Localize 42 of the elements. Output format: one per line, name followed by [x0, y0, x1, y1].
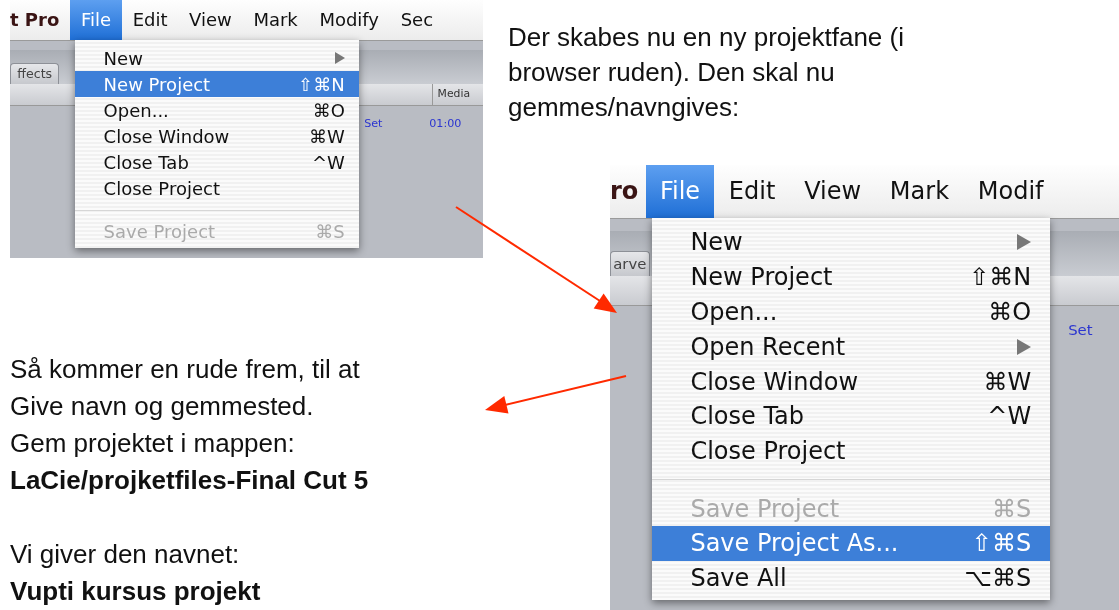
menu-item[interactable]: Close Tab ^W: [652, 398, 1051, 434]
menu-bar-item[interactable]: Mark: [875, 165, 964, 218]
menu-bar-item[interactable]: Sec: [389, 0, 444, 40]
menu-bar-item[interactable]: File: [70, 0, 122, 40]
menu-item[interactable]: New Project ⇧⌘N: [652, 259, 1051, 295]
menu-bar-item[interactable]: Modif: [963, 165, 1058, 218]
panel-tab[interactable]: arve: [610, 251, 650, 277]
submenu-arrow-icon: [1017, 338, 1032, 355]
app-name: ro: [610, 176, 640, 208]
instruction-text: Så kommer en rude frem, til at: [10, 353, 361, 386]
column-header: Media: [432, 83, 483, 106]
menu-item[interactable]: Open Recent: [652, 329, 1051, 365]
menu-bar-item[interactable]: Edit: [714, 165, 790, 218]
panel-tab[interactable]: ffects: [10, 62, 60, 84]
instruction-text: LaCie/projketfiles-Final Cut 5: [10, 464, 370, 497]
table-cell: Set: [1068, 320, 1093, 339]
menu-item[interactable]: Close Window ⌘W: [74, 123, 360, 150]
instruction-text: Vi giver den navnet:: [10, 538, 241, 571]
instruction-text: Vupti kursus projekt: [10, 575, 262, 608]
menu-bar-item[interactable]: View: [789, 165, 876, 218]
instruction-text: Der skabes nu en ny projektfane (i browser ruden). Den skal nu gemmes/navngives:: [508, 21, 905, 124]
menu-item[interactable]: Save Project As... ⇧⌘S: [652, 525, 1051, 561]
menu-item[interactable]: Save All ⌥⌘S: [652, 560, 1051, 596]
menu-bar-item[interactable]: Modify: [308, 0, 390, 40]
instruction-text: Gem projektet i mappen:: [10, 427, 296, 460]
menu-item[interactable]: Close Project: [74, 175, 360, 202]
menu-item[interactable]: Open... ⌘O: [74, 97, 360, 124]
menu-bar-item[interactable]: Edit: [121, 0, 179, 40]
menu-bar-item[interactable]: File: [645, 165, 715, 218]
menu-item[interactable]: Close Window ⌘W: [652, 364, 1051, 399]
table-cell: 01:00: [429, 117, 462, 131]
menu-item[interactable]: New: [652, 225, 1051, 260]
menu-bar-item[interactable]: Mark: [242, 0, 309, 40]
instruction-text: Give navn og gemmested.: [10, 390, 315, 423]
menu-bar-item[interactable]: View: [178, 0, 243, 40]
submenu-arrow-icon: [1017, 234, 1032, 251]
menu-item[interactable]: Close Tab ^W: [74, 149, 360, 176]
table-cell: Set: [364, 117, 383, 131]
menu-item[interactable]: Close Project: [652, 433, 1051, 469]
menu-item[interactable]: New Project ⇧⌘N: [74, 71, 360, 98]
app-name: t Pro: [10, 8, 61, 33]
menu-item[interactable]: Open... ⌘O: [652, 294, 1051, 330]
